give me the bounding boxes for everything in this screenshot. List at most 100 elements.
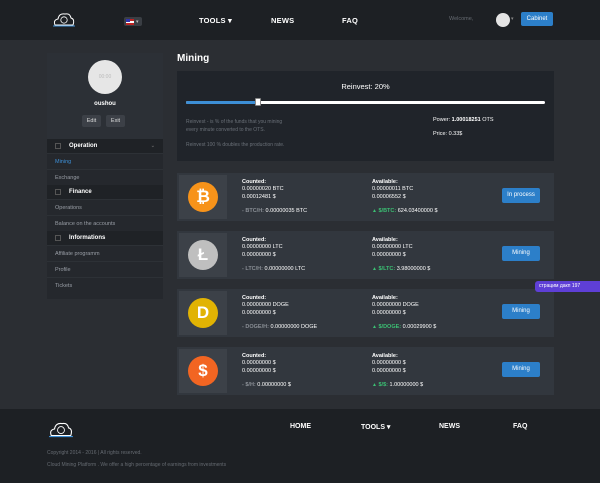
available-label: Available: — [372, 353, 398, 359]
us-flag-icon — [126, 18, 134, 25]
avatar: 00:00 — [88, 60, 122, 94]
reinvest-slider[interactable] — [186, 98, 545, 106]
footer-nav-news[interactable]: NEWS — [439, 423, 460, 430]
reinvest-note-2: Reinvest 100 % doubles the production ra… — [186, 142, 285, 148]
slider-fill — [186, 101, 258, 104]
hash-rate: - LTC/H: 0.00000000 LTC — [242, 266, 306, 272]
counted-label: Counted: — [242, 237, 267, 243]
reinvest-label: Reinvest: 20% — [341, 82, 390, 91]
coin-price: ▲ $/LTC: 3.98000000 $ — [372, 266, 431, 272]
slider-handle[interactable] — [254, 98, 261, 106]
up-arrow-icon: ▲ — [372, 324, 377, 330]
coin-price: ▲ $/DOGE: 0.00029900 $ — [372, 324, 437, 330]
info-icon — [55, 235, 61, 241]
nav-faq[interactable]: FAQ — [342, 16, 358, 25]
available-usd: 0.00000000 $ — [372, 310, 406, 316]
sidebar-item-operations[interactable]: Operations — [47, 199, 163, 215]
counted-label: Counted: — [242, 353, 267, 359]
coin-card-btc: ₿ Counted: 0.00000020 BTC 0.00012481 $ Avail… — [177, 173, 554, 221]
footer-nav-tools[interactable]: TOOLS ▾ — [361, 423, 390, 431]
top-header: ▾ TOOLS ▾ NEWS FAQ Welcome, ▾ Cabinet — [0, 0, 600, 40]
available-coin: 0.00000000 DOGE — [372, 302, 419, 308]
sidebar-item-affiliate[interactable]: Affiliate programm — [47, 245, 163, 261]
power-readout: Power: 1.00018251 OTS — [433, 117, 494, 123]
coin-price: ▲ $/BTC: 624.03400000 $ — [372, 208, 438, 214]
sidebar-item-exchange[interactable]: Exchange — [47, 169, 163, 185]
nav-tools[interactable]: TOOLS ▾ — [199, 16, 232, 25]
coin-card-ltc: Ł Counted: 0.00000000 LTC 0.00000000 $ Avail… — [177, 231, 554, 279]
sidebar-item-profile[interactable]: Profile — [47, 261, 163, 277]
cabinet-button[interactable]: Cabinet — [521, 12, 553, 26]
available-label: Available: — [372, 179, 398, 185]
side-badge[interactable]: страцим дакп 197 — [535, 281, 600, 292]
counted-coin: 0.00000020 BTC — [242, 186, 284, 192]
nav-news[interactable]: NEWS — [271, 16, 294, 25]
available-usd: 0.00000000 $ — [372, 368, 406, 374]
sidebar: 00:00 oushou Edit Exit Operation ⌄ Minin… — [47, 53, 163, 299]
litecoin-icon: Ł — [188, 240, 218, 270]
counted-usd: 0.00000000 $ — [242, 310, 276, 316]
coin-card-doge: D Counted: 0.00000000 DOGE 0.00000000 $ Avai… — [177, 289, 554, 337]
coin-icon-box: Ł — [179, 233, 227, 277]
operation-icon — [55, 143, 61, 149]
counted-usd: 0.00000000 $ — [242, 252, 276, 258]
finance-icon — [55, 189, 61, 195]
footer-nav-home[interactable]: HOME — [290, 423, 311, 430]
coin-icon-box: $ — [179, 349, 227, 393]
edit-button[interactable]: Edit — [82, 115, 101, 127]
menu-section-informations[interactable]: Informations — [47, 231, 163, 245]
exit-button[interactable]: Exit — [106, 115, 125, 127]
profile-panel: 00:00 oushou Edit Exit — [47, 53, 163, 139]
footer-nav-faq[interactable]: FAQ — [513, 423, 527, 430]
available-label: Available: — [372, 237, 398, 243]
mining-button[interactable]: Mining — [502, 304, 540, 319]
hash-rate: - DOGE/H: 0.00000000 DOGE — [242, 324, 318, 330]
hash-rate: - $/H: 0.00000000 $ — [242, 382, 291, 388]
mining-button[interactable]: Mining — [502, 246, 540, 261]
coin-card-usd: $ Counted: 0.00000000 $0.00000000 $ Availab… — [177, 347, 554, 395]
up-arrow-icon: ▲ — [372, 266, 377, 272]
coin-icon-box: ₿ — [179, 175, 227, 219]
mining-button[interactable]: Mining — [502, 362, 540, 377]
dollar-icon: $ — [188, 356, 218, 386]
username: oushou — [94, 101, 116, 107]
chevron-down-icon[interactable]: ▾ — [511, 16, 514, 22]
footer: HOME TOOLS ▾ NEWS FAQ Copyright 2014 - 2… — [0, 409, 600, 483]
counted-label: Counted: — [242, 295, 267, 301]
chevron-down-icon: ⌄ — [150, 143, 155, 149]
cloud-logo-icon[interactable] — [52, 10, 76, 28]
counted-coin: 0.00000000 DOGE — [242, 302, 289, 308]
coin-price: ▲ $/$: 1.00000000 $ — [372, 382, 424, 388]
available-coin: 0.00000000 LTC — [372, 244, 413, 250]
available-coin: 0.00000000 $ — [372, 360, 406, 366]
price-readout: Price: 0.33$ — [433, 131, 463, 137]
counted-coin: 0.00000000 LTC — [242, 244, 283, 250]
language-selector[interactable]: ▾ — [124, 17, 142, 26]
menu-section-operation[interactable]: Operation ⌄ — [47, 139, 163, 153]
counted-usd: 0.00000000 $ — [242, 368, 276, 374]
dogecoin-icon: D — [188, 298, 218, 328]
up-arrow-icon: ▲ — [372, 208, 377, 214]
available-usd: 0.00006552 $ — [372, 194, 406, 200]
bitcoin-icon: ₿ — [188, 182, 218, 212]
welcome-text: Welcome, — [449, 16, 474, 22]
page-title: Mining — [177, 53, 210, 64]
up-arrow-icon: ▲ — [372, 382, 377, 388]
sidebar-item-tickets[interactable]: Tickets — [47, 277, 163, 293]
available-label: Available: — [372, 295, 398, 301]
user-avatar[interactable] — [496, 13, 510, 27]
cloud-logo-icon[interactable] — [48, 419, 74, 439]
counted-coin: 0.00000000 $ — [242, 360, 276, 366]
reinvest-note: Reinvest - is % of the funds that you mi… — [186, 119, 283, 133]
available-coin: 0.00000011 BTC — [372, 186, 414, 192]
copyright: Copyright 2014 - 2016 | All rights reser… — [47, 450, 142, 456]
menu-section-finance[interactable]: Finance — [47, 185, 163, 199]
sidebar-item-mining[interactable]: Mining — [47, 153, 163, 169]
reinvest-panel: Reinvest: 20% Reinvest - is % of the fun… — [177, 71, 554, 161]
counted-usd: 0.00012481 $ — [242, 194, 276, 200]
tagline: Cloud Mining Platform . We offer a high … — [47, 462, 227, 468]
mining-button[interactable]: In process — [502, 188, 540, 203]
hash-rate: - BTC/H: 0.00000035 BTC — [242, 208, 308, 214]
sidebar-item-balance[interactable]: Balance on the accounts — [47, 215, 163, 231]
available-usd: 0.00000000 $ — [372, 252, 406, 258]
